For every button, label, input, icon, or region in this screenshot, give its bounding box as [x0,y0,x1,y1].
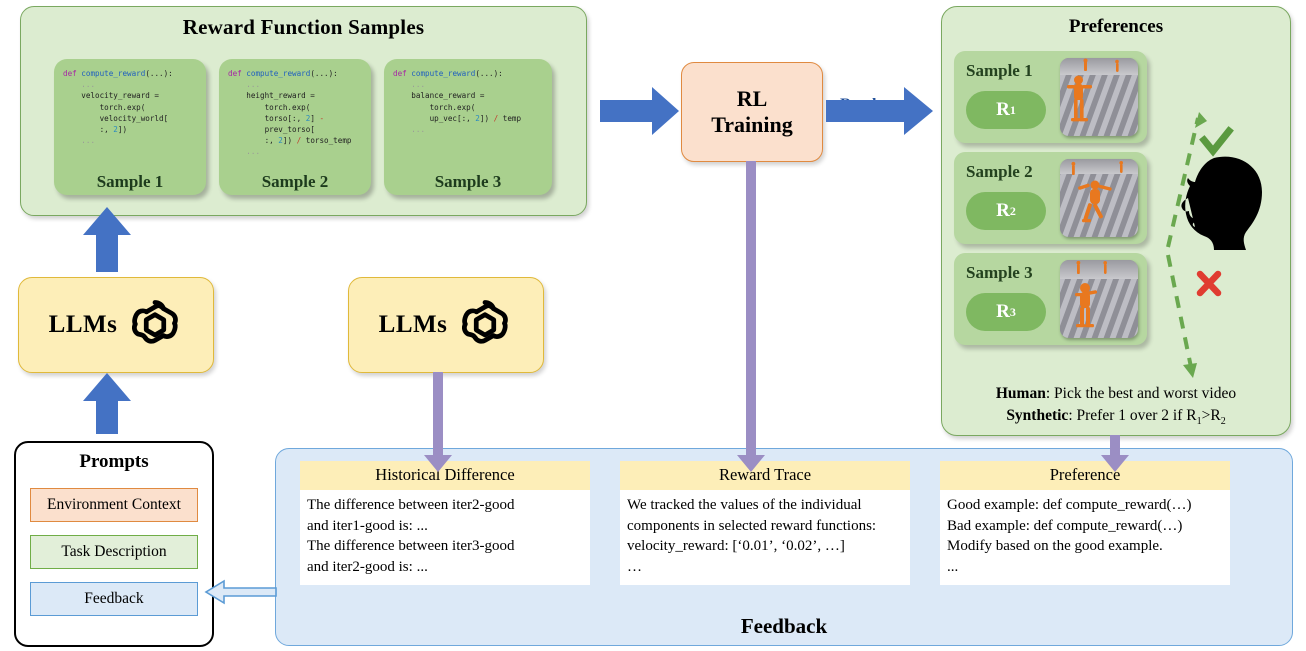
arrow-llms-to-samples [83,207,131,272]
human-head-silhouette [1176,150,1268,260]
llms-box-top[interactable]: LLMs [18,277,214,373]
arrow-feedback-to-prompts [204,579,277,605]
humanoid-thumbnail-3 [1060,260,1138,338]
humanoid-thumbnail-1 [1060,58,1138,136]
code-block-2: def compute_reward(...): ... height_rewa… [228,69,352,157]
rl-training-label: RL Training [711,86,793,137]
preference-note-synthetic: Synthetic: Prefer 1 over 2 if R1>R2 [1006,407,1226,428]
humanoid-render-3 [1060,260,1138,338]
humanoid-thumbnail-2 [1060,159,1138,237]
reward-pill-1: R1 [966,91,1046,129]
rl-training-box[interactable]: RL Training [681,62,823,162]
feedback-card-historical-difference[interactable]: Historical Difference The difference bet… [300,461,590,585]
preference-sample-card-2[interactable]: Sample 2 R2 [954,152,1147,244]
preference-sample-card-3[interactable]: Sample 3 R3 [954,253,1147,345]
code-block-3: def compute_reward(...): ... balance_rew… [393,69,522,135]
arrow-prompts-to-llms [83,373,131,434]
reward-sample-label-2: Sample 2 [261,172,329,191]
feedback-panel: Historical Difference The difference bet… [275,448,1293,646]
prompts-box: Prompts Environment Context Task Descrip… [14,441,214,647]
feedback-card-reward-trace[interactable]: Reward Trace We tracked the values of th… [620,461,910,585]
feedback-card-body-1: The difference between iter2-good and it… [307,497,515,575]
render-arrow-label: Render [840,96,891,113]
humanoid-render-2 [1060,159,1138,237]
feedback-card-preference[interactable]: Preference Good example: def compute_rew… [940,461,1230,585]
prompt-chip-feedback[interactable]: Feedback [30,582,198,616]
reward-sample-card-3[interactable]: def compute_reward(...): ... balance_rew… [384,59,552,195]
human-label: Human [995,385,1046,402]
prompt-chip-task-description[interactable]: Task Description [30,535,198,569]
reward-function-samples-panel: Reward Function Samples def compute_rewa… [20,6,587,216]
arrow-samples-to-rl [600,87,679,135]
feedback-panel-title: Feedback [740,614,828,638]
prompt-chip-environment-context[interactable]: Environment Context [30,488,198,522]
reward-pill-2: R2 [966,192,1046,230]
preference-sample-card-1[interactable]: Sample 1 R1 [954,51,1147,143]
openai-logo-icon [457,295,513,356]
arrow-rl-to-feedback [737,161,765,472]
preference-sample-name-3: Sample 3 [966,263,1033,282]
humanoid-render-1 [1060,58,1138,136]
feedback-card-head-1: Historical Difference [300,461,590,490]
code-block-1: def compute_reward(...): ... velocity_re… [63,69,173,146]
openai-logo-icon [127,295,183,356]
llms-label-top: LLMs [48,311,118,338]
prompts-title: Prompts [79,451,149,472]
synthetic-label: Synthetic [1006,407,1069,424]
reward-pill-3: R3 [966,293,1046,331]
feedback-card-body-2: We tracked the values of the individual … [627,497,877,575]
feedback-card-head-2: Reward Trace [620,461,910,490]
feedback-card-body-3: Good example: def compute_reward(…) Bad … [947,497,1192,575]
preference-note-human: Human: Pick the best and worst video [995,385,1237,402]
preference-sample-name-2: Sample 2 [966,162,1033,181]
feedback-card-head-3: Preference [940,461,1230,490]
reward-sample-label-1: Sample 1 [96,172,164,191]
reward-sample-card-1[interactable]: def compute_reward(...): ... velocity_re… [54,59,206,195]
llms-box-bottom[interactable]: LLMs [348,277,544,373]
preference-sample-name-1: Sample 1 [966,61,1033,80]
preferences-title: Preferences [1068,16,1164,37]
reward-sample-card-2[interactable]: def compute_reward(...): ... height_rewa… [219,59,371,195]
reward-function-samples-title: Reward Function Samples [182,15,425,39]
llms-label-bottom: LLMs [378,311,448,338]
reward-sample-label-3: Sample 3 [434,172,502,191]
